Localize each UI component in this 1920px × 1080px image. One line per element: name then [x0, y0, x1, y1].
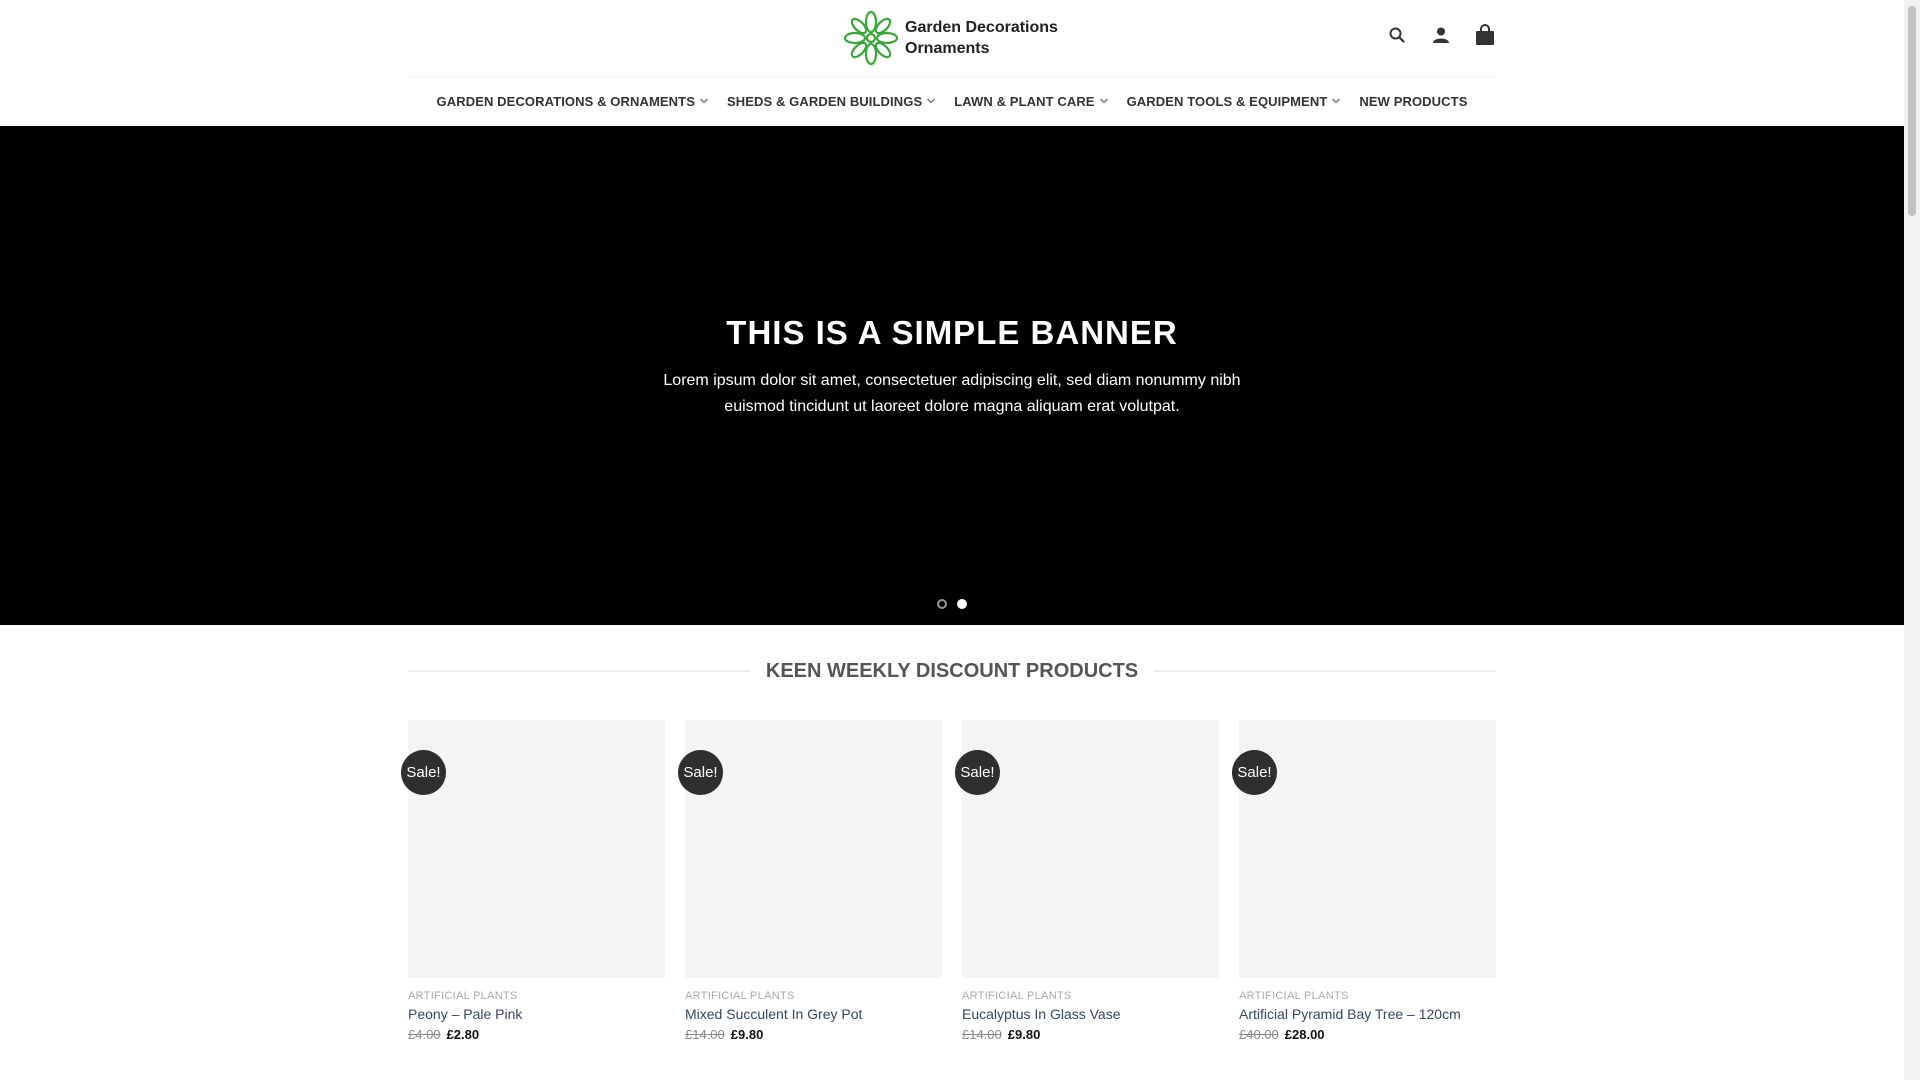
- nav-label: NEW PRODUCTS: [1359, 93, 1468, 109]
- nav-label: SHEDS & GARDEN BUILDINGS: [726, 93, 923, 109]
- nav-lawn-plant-care[interactable]: LAWN & PLANT CARE: [954, 94, 1108, 109]
- product-card: Sale! ARTIFICIAL PLANTS Artificial Pyram…: [1232, 720, 1496, 1042]
- product-price: £14.00 £9.80: [962, 1027, 1219, 1042]
- leaf-logo-icon: [843, 10, 899, 66]
- nav-garden-tools-equipment[interactable]: GARDEN TOOLS & EQUIPMENT: [1127, 94, 1342, 109]
- chevron-down-icon: [1332, 98, 1341, 104]
- nav-sheds-garden-buildings[interactable]: SHEDS & GARDEN BUILDINGS: [727, 94, 936, 109]
- logo-line-1: Garden Decorations: [905, 19, 1058, 36]
- sale-price: £2.80: [446, 1027, 480, 1042]
- banner-title: THIS IS A SIMPLE BANNER: [726, 314, 1178, 351]
- sale-badge: Sale!: [1232, 750, 1277, 795]
- main-nav: GARDEN DECORATIONS & ORNAMENTS SHEDS & G…: [408, 77, 1496, 125]
- page: Garden Decorations Ornaments GARDEN DECO…: [0, 0, 1904, 1080]
- sale-badge: Sale!: [401, 750, 446, 795]
- product-category[interactable]: ARTIFICIAL PLANTS: [1239, 990, 1496, 1002]
- banner-text: Lorem ipsum dolor sit amet, consectetuer…: [663, 372, 1241, 415]
- site-logo[interactable]: Garden Decorations Ornaments: [843, 10, 1058, 66]
- hero-banner: THIS IS A SIMPLE BANNER Lorem ipsum dolo…: [0, 126, 1904, 625]
- product-category[interactable]: ARTIFICIAL PLANTS: [685, 990, 942, 1002]
- old-price: £4.00: [408, 1027, 441, 1042]
- slider-dot-1[interactable]: [937, 599, 947, 609]
- product-price: £40.00 £28.00: [1239, 1027, 1496, 1042]
- sale-badge: Sale!: [955, 750, 1000, 795]
- nav-new-products[interactable]: NEW PRODUCTS: [1359, 94, 1467, 109]
- product-image[interactable]: [962, 720, 1219, 978]
- cart-bag-icon[interactable]: [1474, 24, 1496, 46]
- sale-price: £9.80: [1007, 1027, 1041, 1042]
- product-price: £4.00 £2.80: [408, 1027, 665, 1042]
- product-name-link[interactable]: Artificial Pyramid Bay Tree – 120cm: [1239, 1006, 1496, 1022]
- section-title: KEEN WEEKLY DISCOUNT PRODUCTS: [765, 659, 1139, 682]
- product-category[interactable]: ARTIFICIAL PLANTS: [408, 990, 665, 1002]
- product-price: £14.00 £9.80: [685, 1027, 942, 1042]
- sale-badge: Sale!: [678, 750, 723, 795]
- chevron-down-icon: [1099, 98, 1108, 104]
- old-price: £14.00: [685, 1027, 725, 1042]
- nav-label: GARDEN DECORATIONS & ORNAMENTS: [436, 93, 695, 109]
- slider-dot-2[interactable]: [957, 599, 967, 609]
- product-image[interactable]: [408, 720, 665, 978]
- logo-text: Garden Decorations Ornaments: [905, 17, 1058, 59]
- scrollbar-thumb[interactable]: [1908, 6, 1916, 216]
- divider: [1154, 670, 1497, 672]
- header-icons: [1386, 24, 1496, 46]
- old-price: £40.00: [1239, 1027, 1279, 1042]
- sale-price: £28.00: [1284, 1027, 1325, 1042]
- header: Garden Decorations Ornaments: [408, 0, 1496, 77]
- product-category[interactable]: ARTIFICIAL PLANTS: [962, 990, 1219, 1002]
- logo-line-2: Ornaments: [905, 40, 990, 57]
- account-icon[interactable]: [1430, 24, 1452, 46]
- section-heading: KEEN WEEKLY DISCOUNT PRODUCTS: [408, 659, 1497, 682]
- product-name-link[interactable]: Eucalyptus In Glass Vase: [962, 1006, 1219, 1022]
- chevron-down-icon: [699, 98, 708, 104]
- slider-dots: [0, 599, 1904, 609]
- old-price: £14.00: [962, 1027, 1002, 1042]
- chevron-down-icon: [927, 98, 936, 104]
- nav-garden-decorations[interactable]: GARDEN DECORATIONS & ORNAMENTS: [437, 94, 709, 109]
- product-grid: Sale! ARTIFICIAL PLANTS Peony – Pale Pin…: [401, 720, 1496, 1042]
- divider: [408, 670, 750, 672]
- product-name-link[interactable]: Mixed Succulent In Grey Pot: [685, 1006, 942, 1022]
- product-card: Sale! ARTIFICIAL PLANTS Mixed Succulent …: [678, 720, 942, 1042]
- product-card: Sale! ARTIFICIAL PLANTS Eucalyptus In Gl…: [955, 720, 1219, 1042]
- product-card: Sale! ARTIFICIAL PLANTS Peony – Pale Pin…: [401, 720, 665, 1042]
- product-name-link[interactable]: Peony – Pale Pink: [408, 1006, 665, 1022]
- sale-price: £9.80: [730, 1027, 764, 1042]
- nav-label: LAWN & PLANT CARE: [954, 93, 1095, 109]
- page-scrollbar[interactable]: [1904, 0, 1920, 1080]
- search-icon[interactable]: [1386, 24, 1408, 46]
- product-image[interactable]: [685, 720, 942, 978]
- nav-label: GARDEN TOOLS & EQUIPMENT: [1126, 93, 1328, 109]
- product-image[interactable]: [1239, 720, 1496, 978]
